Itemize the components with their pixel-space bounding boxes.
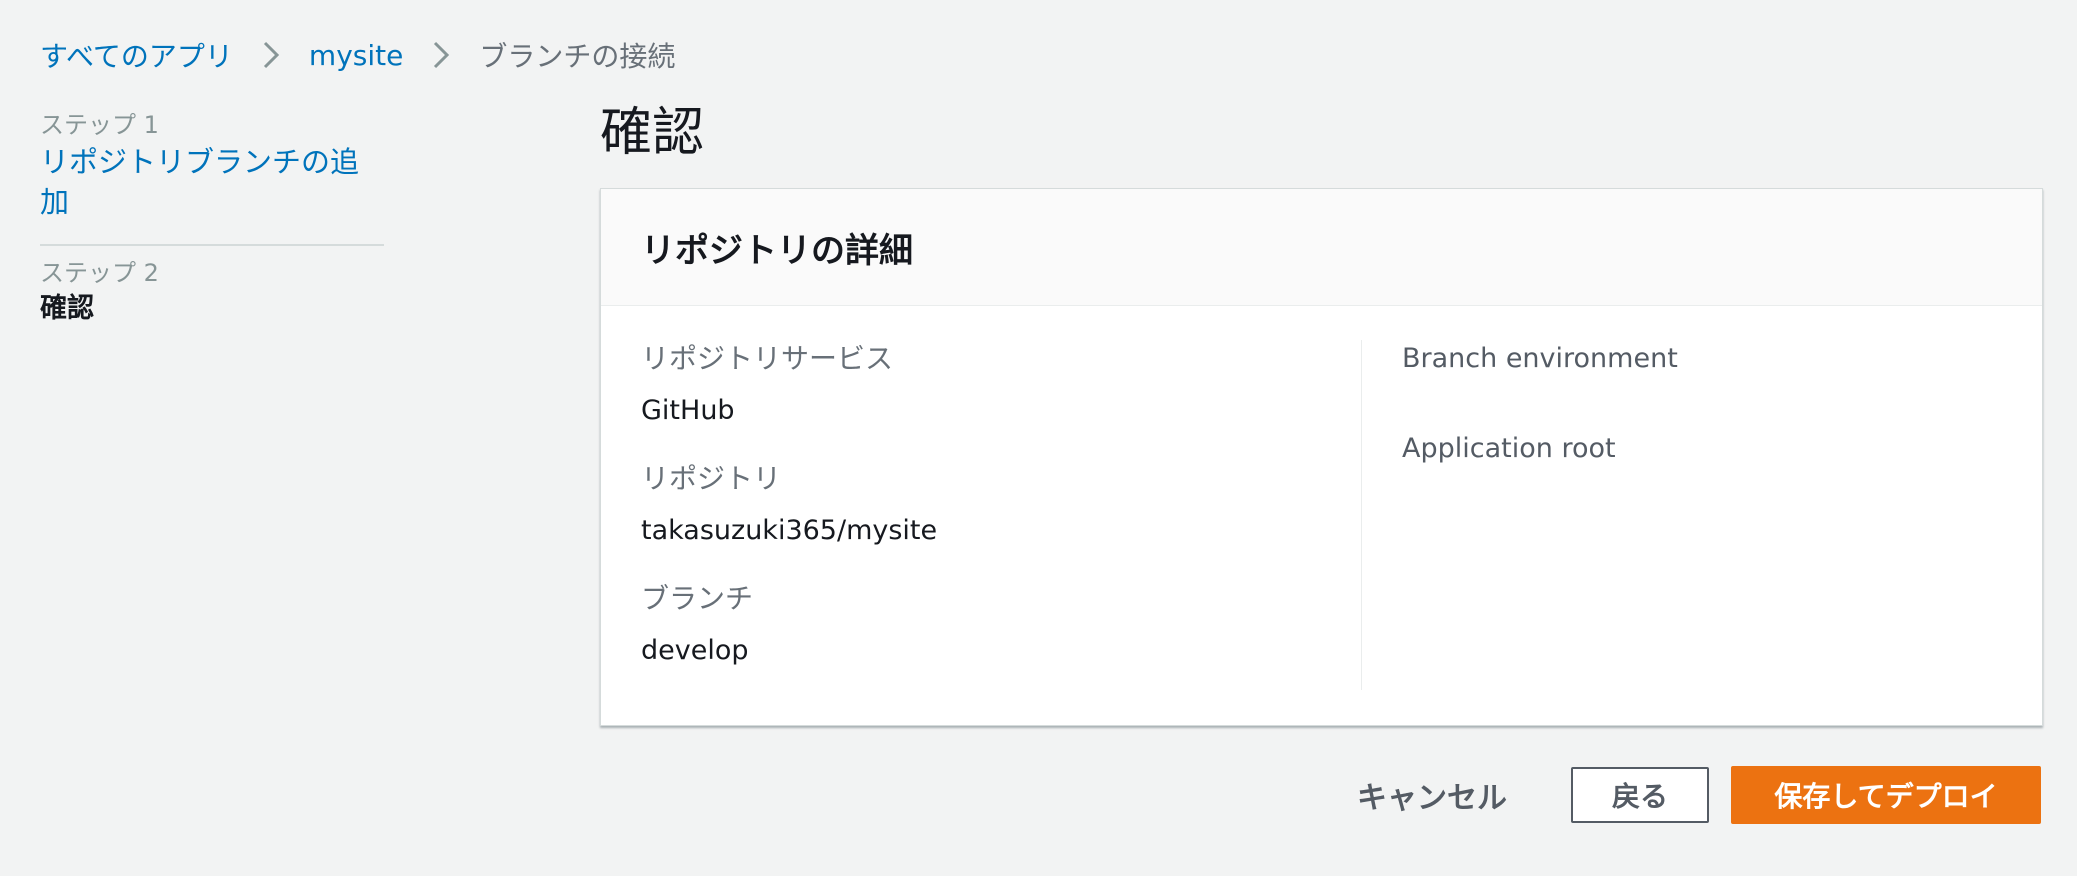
step-1-link[interactable]: リポジトリブランチの追加 (40, 142, 384, 222)
step-divider (40, 244, 384, 246)
cancel-button[interactable]: キャンセル (1317, 773, 1547, 817)
breadcrumb-all-apps[interactable]: すべてのアプリ (40, 35, 233, 75)
detail-value: develop (641, 635, 749, 666)
action-bar: キャンセル 戻る 保存してデプロイ (1317, 766, 2041, 824)
detail-value: GitHub (641, 395, 735, 426)
detail-value: takasuzuki365/mysite (641, 515, 938, 546)
breadcrumb-mysite[interactable]: mysite (309, 39, 403, 72)
detail-branch: ブランチ develop (641, 580, 1361, 670)
details-left-column: リポジトリサービス GitHub リポジトリ takasuzuki365/mys… (601, 340, 1362, 690)
panel-header: リポジトリの詳細 (601, 189, 2042, 306)
save-and-deploy-button[interactable]: 保存してデプロイ (1731, 766, 2041, 824)
detail-branch-environment: Branch environment (1402, 343, 1678, 374)
chevron-right-icon (255, 40, 287, 70)
detail-repository-service: リポジトリサービス GitHub (641, 340, 1361, 430)
detail-key: ブランチ (641, 582, 754, 615)
step-1-caption: ステップ 1 (40, 111, 159, 139)
panel-title: リポジトリの詳細 (641, 230, 913, 271)
chevron-right-icon (425, 40, 457, 70)
back-button[interactable]: 戻る (1571, 767, 1709, 823)
detail-application-root: Application root (1402, 433, 1616, 464)
step-2-current: 確認 (40, 293, 94, 324)
detail-key: リポジトリサービス (641, 342, 894, 375)
repository-details-panel: リポジトリの詳細 リポジトリサービス GitHub リポジトリ takasuzu… (600, 188, 2043, 726)
step-2-caption: ステップ 2 (40, 259, 159, 287)
page-title: 確認 (600, 103, 705, 163)
detail-key: リポジトリ (641, 462, 782, 495)
panel-body: リポジトリサービス GitHub リポジトリ takasuzuki365/mys… (601, 306, 2042, 690)
detail-repository: リポジトリ takasuzuki365/mysite (641, 460, 1361, 550)
details-right-column: Branch environment Application root (1362, 340, 1678, 690)
wizard-steps: ステップ 1 リポジトリブランチの追加 ステップ 2 確認 (40, 108, 384, 328)
breadcrumb: すべてのアプリ mysite ブランチの接続 (40, 34, 675, 76)
breadcrumb-current: ブランチの接続 (479, 40, 676, 73)
